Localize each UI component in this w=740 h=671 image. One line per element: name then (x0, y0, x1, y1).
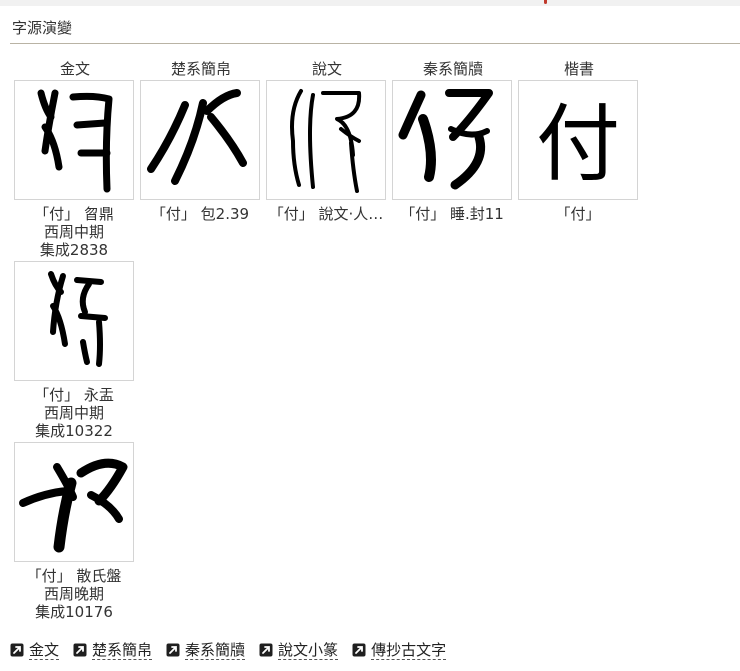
glyph-image-kaishu[interactable]: 付 (518, 80, 638, 200)
external-link-icon (259, 643, 273, 657)
glyph-drawing (48, 271, 108, 367)
section-title: 字源演變 (12, 19, 73, 37)
top-bar-marker (544, 0, 547, 4)
link-bronze[interactable]: 金文 (10, 641, 60, 660)
glyph-drawing (37, 89, 113, 193)
link-chu-bamboo[interactable]: 楚系簡帛 (73, 641, 153, 660)
glyph-caption-7: 「付」 散氏盤 西周晚期 集成10176 (26, 567, 122, 621)
top-bar (0, 0, 740, 6)
glyph-drawing (147, 89, 247, 185)
glyph-drawing (19, 458, 128, 553)
section-divider (10, 43, 740, 44)
glyph-image-shuowen[interactable] (266, 80, 386, 200)
kaishu-character: 付 (536, 95, 620, 193)
glyph-caption-5: 「付」 (555, 205, 601, 223)
external-link-icon (352, 643, 366, 657)
source-links: 金文 楚系簡帛 秦系簡牘 說文小篆 傳抄古文字 (10, 638, 460, 662)
glyph-drawing: 付 (536, 95, 620, 193)
column-header-chu-bamboo: 楚系簡帛 (170, 60, 231, 78)
column-header-qin-bamboo: 秦系簡牘 (422, 60, 483, 78)
glyph-caption-6: 「付」 永盂 西周中期 集成10322 (34, 386, 114, 440)
glyph-image-bronze-2[interactable] (14, 261, 134, 381)
link-transmitted-ancient[interactable]: 傳抄古文字 (352, 641, 447, 660)
glyph-image-bronze[interactable] (14, 80, 134, 200)
external-link-icon (10, 643, 24, 657)
column-header-shuowen: 說文 (311, 60, 342, 78)
glyph-image-bronze-3[interactable] (14, 442, 134, 562)
glyph-caption-1: 「付」 曶鼎 西周中期 集成2838 (34, 205, 114, 259)
external-link-icon (166, 643, 180, 657)
external-link-icon (73, 643, 87, 657)
glyph-caption-2: 「付」 包2.39 (150, 205, 250, 223)
glyph-drawing (398, 89, 493, 190)
glyph-image-qin[interactable] (392, 80, 512, 200)
glyph-image-chu[interactable] (140, 80, 260, 200)
column-header-kaishu: 楷書 (563, 60, 594, 78)
column-header-bronze: 金文 (59, 60, 90, 78)
link-qin-bamboo[interactable]: 秦系簡牘 (166, 641, 246, 660)
glyph-caption-3: 「付」 說文‧人… (268, 205, 384, 223)
link-shuowen-seal[interactable]: 說文小篆 (259, 641, 339, 660)
glyph-drawing (290, 89, 362, 193)
glyph-caption-4: 「付」 睡.封11 (400, 205, 504, 223)
